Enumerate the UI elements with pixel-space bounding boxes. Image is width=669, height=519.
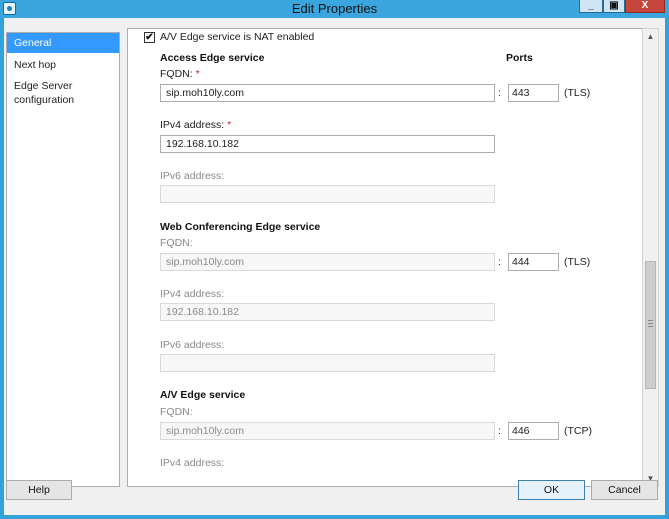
web-port-separator: : — [498, 256, 501, 268]
av-ipv4-label: IPv4 address: — [160, 457, 225, 469]
av-fqdn-input[interactable] — [160, 422, 495, 440]
scroll-grip-line — [648, 323, 653, 324]
edit-properties-window: Edit Properties _ ▣ X General Next hop E… — [0, 0, 669, 519]
web-conferencing-heading: Web Conferencing Edge service — [160, 221, 321, 233]
cancel-button[interactable]: Cancel — [591, 480, 658, 500]
web-fqdn-input[interactable] — [160, 253, 495, 271]
access-fqdn-input[interactable] — [160, 84, 495, 102]
required-marker: * — [195, 68, 200, 80]
navigation-list: General Next hop Edge Server configurati… — [6, 32, 120, 487]
title-bar: Edit Properties _ ▣ X — [0, 0, 669, 18]
minimize-button[interactable]: _ — [579, 0, 603, 13]
nat-enabled-checkbox[interactable]: ✔ — [144, 32, 155, 43]
dialog-body: General Next hop Edge Server configurati… — [4, 18, 665, 515]
access-port-separator: : — [498, 87, 501, 99]
access-port-input[interactable] — [508, 84, 559, 102]
access-protocol-label: (TLS) — [564, 87, 591, 99]
av-fqdn-label: FQDN: — [160, 406, 193, 418]
av-protocol-label: (TCP) — [564, 425, 592, 437]
access-edge-heading: Access Edge service — [160, 52, 265, 64]
nat-enabled-label: A/V Edge service is NAT enabled — [160, 31, 315, 43]
access-ipv4-label: IPv4 address: * — [160, 119, 232, 131]
access-ipv6-label: IPv6 address: — [160, 170, 225, 182]
properties-panel: ✔ A/V Edge service is NAT enabled Access… — [127, 28, 644, 487]
ports-heading: Ports — [506, 52, 533, 64]
close-button[interactable]: X — [625, 0, 665, 13]
web-protocol-label: (TLS) — [564, 256, 591, 268]
help-button[interactable]: Help — [6, 480, 72, 500]
web-ipv4-label: IPv4 address: — [160, 288, 225, 300]
av-port-input[interactable] — [508, 422, 559, 440]
scroll-grip-line — [648, 320, 653, 321]
vertical-scrollbar[interactable]: ▲ ▼ — [642, 28, 659, 487]
maximize-button[interactable]: ▣ — [603, 0, 625, 13]
web-fqdn-label: FQDN: — [160, 237, 193, 249]
nav-item-edge-server-configuration[interactable]: Edge Server configuration — [7, 76, 97, 107]
web-ipv6-input[interactable] — [160, 354, 495, 372]
av-edge-heading: A/V Edge service — [160, 389, 246, 401]
av-port-separator: : — [498, 425, 501, 437]
web-ipv6-label: IPv6 address: — [160, 339, 225, 351]
scroll-up-arrow-icon[interactable]: ▲ — [643, 29, 658, 44]
ok-button[interactable]: OK — [518, 480, 585, 500]
window-title: Edit Properties — [291, 1, 378, 16]
access-fqdn-label: FQDN: * — [160, 68, 200, 80]
nav-item-general[interactable]: General — [7, 33, 119, 53]
scroll-thumb[interactable] — [645, 261, 656, 389]
scroll-grip-line — [648, 326, 653, 327]
required-marker: * — [227, 119, 232, 131]
web-port-input[interactable] — [508, 253, 559, 271]
access-ipv6-input[interactable] — [160, 185, 495, 203]
access-ipv4-input[interactable] — [160, 135, 495, 153]
web-ipv4-input[interactable] — [160, 303, 495, 321]
nav-item-next-hop[interactable]: Next hop — [7, 55, 119, 72]
